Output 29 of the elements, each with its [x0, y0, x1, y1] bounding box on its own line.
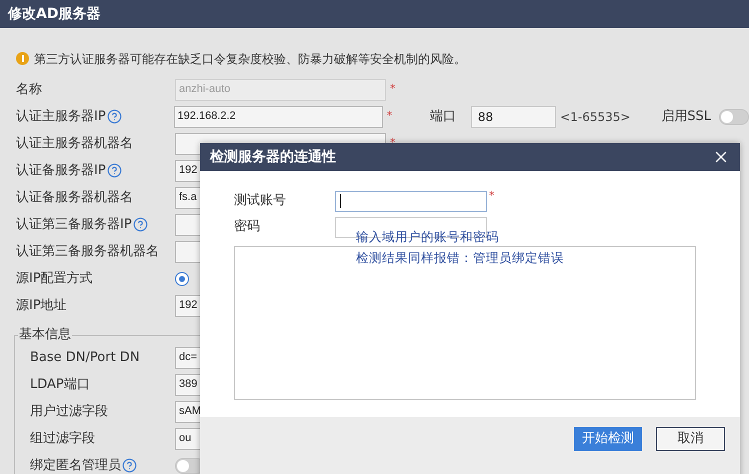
field-label: 测试账号: [234, 192, 287, 210]
warning-text: 第三方认证服务器可能存在缺乏口令复杂度校验、防暴力破解等安全机制的风险。: [34, 50, 466, 68]
field-label: Base DN/Port DN: [30, 348, 140, 367]
required-mark: *: [386, 108, 392, 124]
field-label: 认证第三备服务器IP: [16, 216, 132, 234]
required-mark: *: [489, 188, 494, 204]
field-label: 端口: [430, 108, 458, 126]
required-mark: *: [390, 81, 396, 98]
field-label: 认证备服务器IP: [16, 162, 106, 180]
field-label: 认证主服务器机器名: [16, 134, 133, 153]
field-label: 认证主服务器IP: [16, 108, 106, 126]
field-label: LDAP端口: [30, 376, 90, 394]
field-label: 密码: [234, 218, 261, 236]
window-title: 修改AD服务器: [8, 4, 100, 24]
field-label: 源IP配置方式: [16, 270, 93, 288]
annotation-text: 输入域用户的账号和密码: [356, 228, 500, 245]
dialog-title: 检测服务器的连通性: [210, 148, 336, 166]
field-label: 用户过滤字段: [30, 402, 108, 421]
field-label: 源IP地址: [16, 296, 67, 315]
field-label: 绑定匿名管理员: [30, 456, 121, 474]
field-label: 认证第三备服务器机器名: [16, 242, 159, 261]
field-label: 启用SSL: [661, 108, 711, 126]
required-mark: *: [390, 135, 396, 152]
field-label: 认证备服务器机器名: [16, 188, 133, 207]
annotation-text: 检测结果同样报错：管理员绑定错误: [356, 249, 564, 266]
range-hint: <1-65535>: [560, 108, 632, 126]
fieldset-legend: 基本信息: [18, 327, 72, 343]
field-label: 名称: [16, 80, 42, 99]
field-label: 组过滤字段: [30, 430, 95, 448]
